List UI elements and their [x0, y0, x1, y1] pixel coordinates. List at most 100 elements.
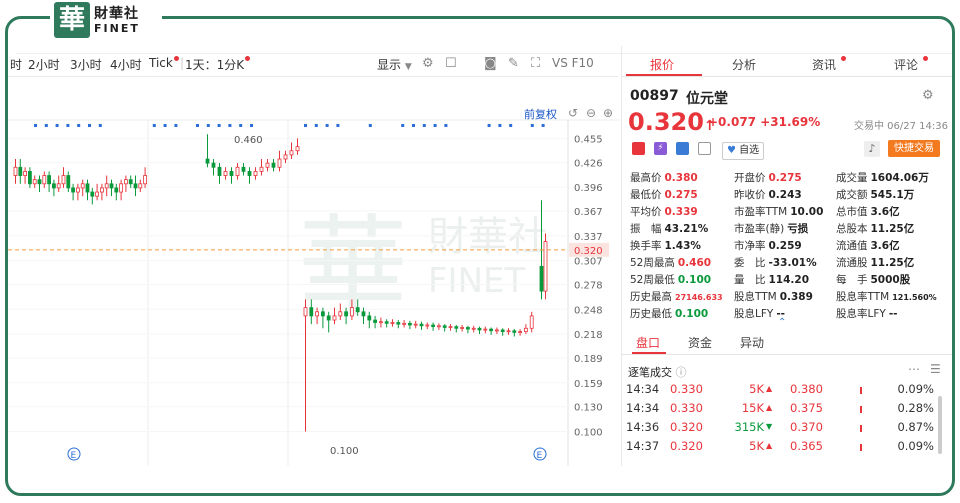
candle-body: [76, 187, 80, 193]
stat-row: 最高价 0.380 开盘价 0.275 成交量 1604.06万: [630, 170, 950, 187]
tab-comments[interactable]: 评论: [894, 56, 928, 73]
tag-icon[interactable]: [676, 142, 689, 155]
candle-body: [326, 315, 331, 321]
tab-quote[interactable]: 报价: [650, 56, 674, 73]
stat-value: 114.20: [768, 274, 810, 286]
tab-orderbook[interactable]: 盘口: [636, 334, 660, 351]
trade-volume: 5K: [749, 439, 764, 453]
candle-body: [56, 183, 61, 189]
candle-body: [265, 162, 270, 168]
tab-analysis[interactable]: 分析: [732, 56, 756, 73]
tab-movement[interactable]: 异动: [740, 334, 764, 351]
event-dot: [433, 124, 437, 127]
menu-icon[interactable]: ☰: [930, 362, 941, 376]
arrow-up-icon: ▲: [766, 441, 773, 450]
event-marker-label: E: [537, 451, 543, 461]
flash-icon[interactable]: ⚡: [654, 142, 667, 155]
checkbox-icon[interactable]: ☐: [445, 56, 457, 71]
adjust-mode[interactable]: 前复权: [524, 106, 557, 122]
zoom-in-icon[interactable]: ⊕: [603, 106, 613, 120]
settings-icon[interactable]: ⚙: [922, 88, 934, 103]
candle-body: [32, 179, 37, 185]
quote-stats: 最高价 0.380 开盘价 0.275 成交量 1604.06万 最低价 0.275 昨收价 0.…: [630, 170, 950, 323]
tf-3h[interactable]: 3小时: [70, 56, 102, 73]
depth-tabs: 盘口 资金 异动: [622, 330, 952, 355]
candle-body: [489, 328, 494, 332]
brand-mark: 華: [54, 2, 90, 38]
event-dot: [66, 124, 70, 127]
interval-select[interactable]: 1天：1分K: [185, 56, 251, 73]
stat-cell: 最低价 0.275: [630, 187, 698, 202]
candle-body: [402, 322, 407, 325]
stat-value: 亏损: [787, 223, 809, 235]
bell-icon[interactable]: ♪: [864, 141, 880, 157]
candle-body: [217, 166, 222, 176]
trade-price: 0.330: [670, 382, 703, 396]
candle-body: [396, 322, 401, 325]
collapse-icon[interactable]: ⌃: [778, 317, 786, 328]
stat-label: 每 手: [836, 274, 868, 286]
brand-name-en: FINET: [94, 22, 140, 35]
vs-f10-button[interactable]: VS F10: [552, 56, 594, 70]
undo-icon[interactable]: ↺: [568, 106, 578, 120]
camera-icon[interactable]: ◙: [484, 56, 497, 71]
more-icon[interactable]: ⋯: [908, 362, 920, 376]
settings-icon[interactable]: ⚙: [422, 56, 434, 71]
stat-row: 振 幅 43.21% 市盈率(静) 亏损 总股本 11.25亿: [630, 221, 950, 238]
info-icon[interactable]: ⓘ: [676, 366, 687, 379]
pen-icon[interactable]: ✎: [508, 56, 519, 71]
stat-label: 开盘价: [734, 172, 766, 184]
candle-body: [338, 311, 343, 317]
tf-2h[interactable]: 2小时: [28, 56, 60, 73]
display-dropdown[interactable]: 显示 ▼: [377, 56, 412, 73]
candle-body: [512, 330, 517, 333]
stat-value: 0.100: [677, 274, 712, 286]
tf-4h[interactable]: 4小时: [110, 56, 142, 73]
event-dot: [250, 124, 253, 127]
tf-hour[interactable]: 时: [10, 56, 22, 73]
stat-label: 昨收价: [734, 189, 766, 201]
hk-flag-icon: [632, 142, 645, 155]
kline-chart[interactable]: 華 財華社 FINET 0.455 0.426 0.396 0.367 0.337 0.3…: [8, 80, 620, 466]
candle-body: [247, 171, 252, 176]
quick-trade-button[interactable]: 快捷交易: [888, 140, 940, 157]
fullscreen-icon[interactable]: ⛶: [531, 56, 540, 71]
stat-value: 0.339: [664, 206, 698, 218]
stat-row: 52周最高 0.460 委 比 -33.01% 流通股 11.25亿: [630, 255, 950, 272]
tf-tick[interactable]: Tick: [149, 56, 179, 70]
candle-body: [283, 154, 288, 160]
candle-body: [13, 166, 18, 176]
event-dot: [228, 124, 232, 127]
tab-capital[interactable]: 资金: [688, 334, 712, 351]
stat-label: 52周最低: [630, 274, 675, 286]
stat-label: 股息TTM: [734, 291, 777, 303]
scrollbar[interactable]: [938, 396, 942, 454]
watchlist-button[interactable]: ♥ 自选: [722, 142, 765, 160]
event-dot: [55, 124, 59, 127]
stat-label: 股息LFY: [734, 308, 774, 320]
candle-body: [295, 146, 300, 152]
stat-label: 历史最低: [630, 308, 672, 320]
event-dot: [498, 124, 502, 127]
stat-value: 0.380: [664, 172, 698, 184]
stat-cell: 股息TTM 0.389: [734, 289, 813, 304]
note-icon[interactable]: [698, 142, 711, 155]
event-dot: [44, 124, 48, 127]
event-dot: [174, 124, 178, 127]
candle-body: [539, 265, 544, 292]
active-tab-indicator: [626, 74, 702, 76]
stat-cell: 最高价 0.380: [630, 170, 698, 185]
candle-body: [289, 150, 294, 156]
candle-body: [104, 183, 109, 189]
y-tick-label: 0.337: [574, 232, 603, 243]
event-dot: [336, 124, 340, 127]
tab-news[interactable]: 资讯: [812, 56, 846, 73]
stat-value: 0.275: [768, 172, 802, 184]
stat-cell: 总市值 3.6亿: [836, 204, 900, 219]
y-tick-label: 0.159: [574, 379, 603, 390]
stat-label: 委 比: [734, 257, 766, 269]
zoom-out-icon[interactable]: ⊖: [586, 106, 596, 120]
price-change: +0.077 +31.69%: [708, 115, 821, 129]
stat-label: 成交额: [836, 189, 868, 201]
trade-price: 0.330: [670, 401, 703, 415]
